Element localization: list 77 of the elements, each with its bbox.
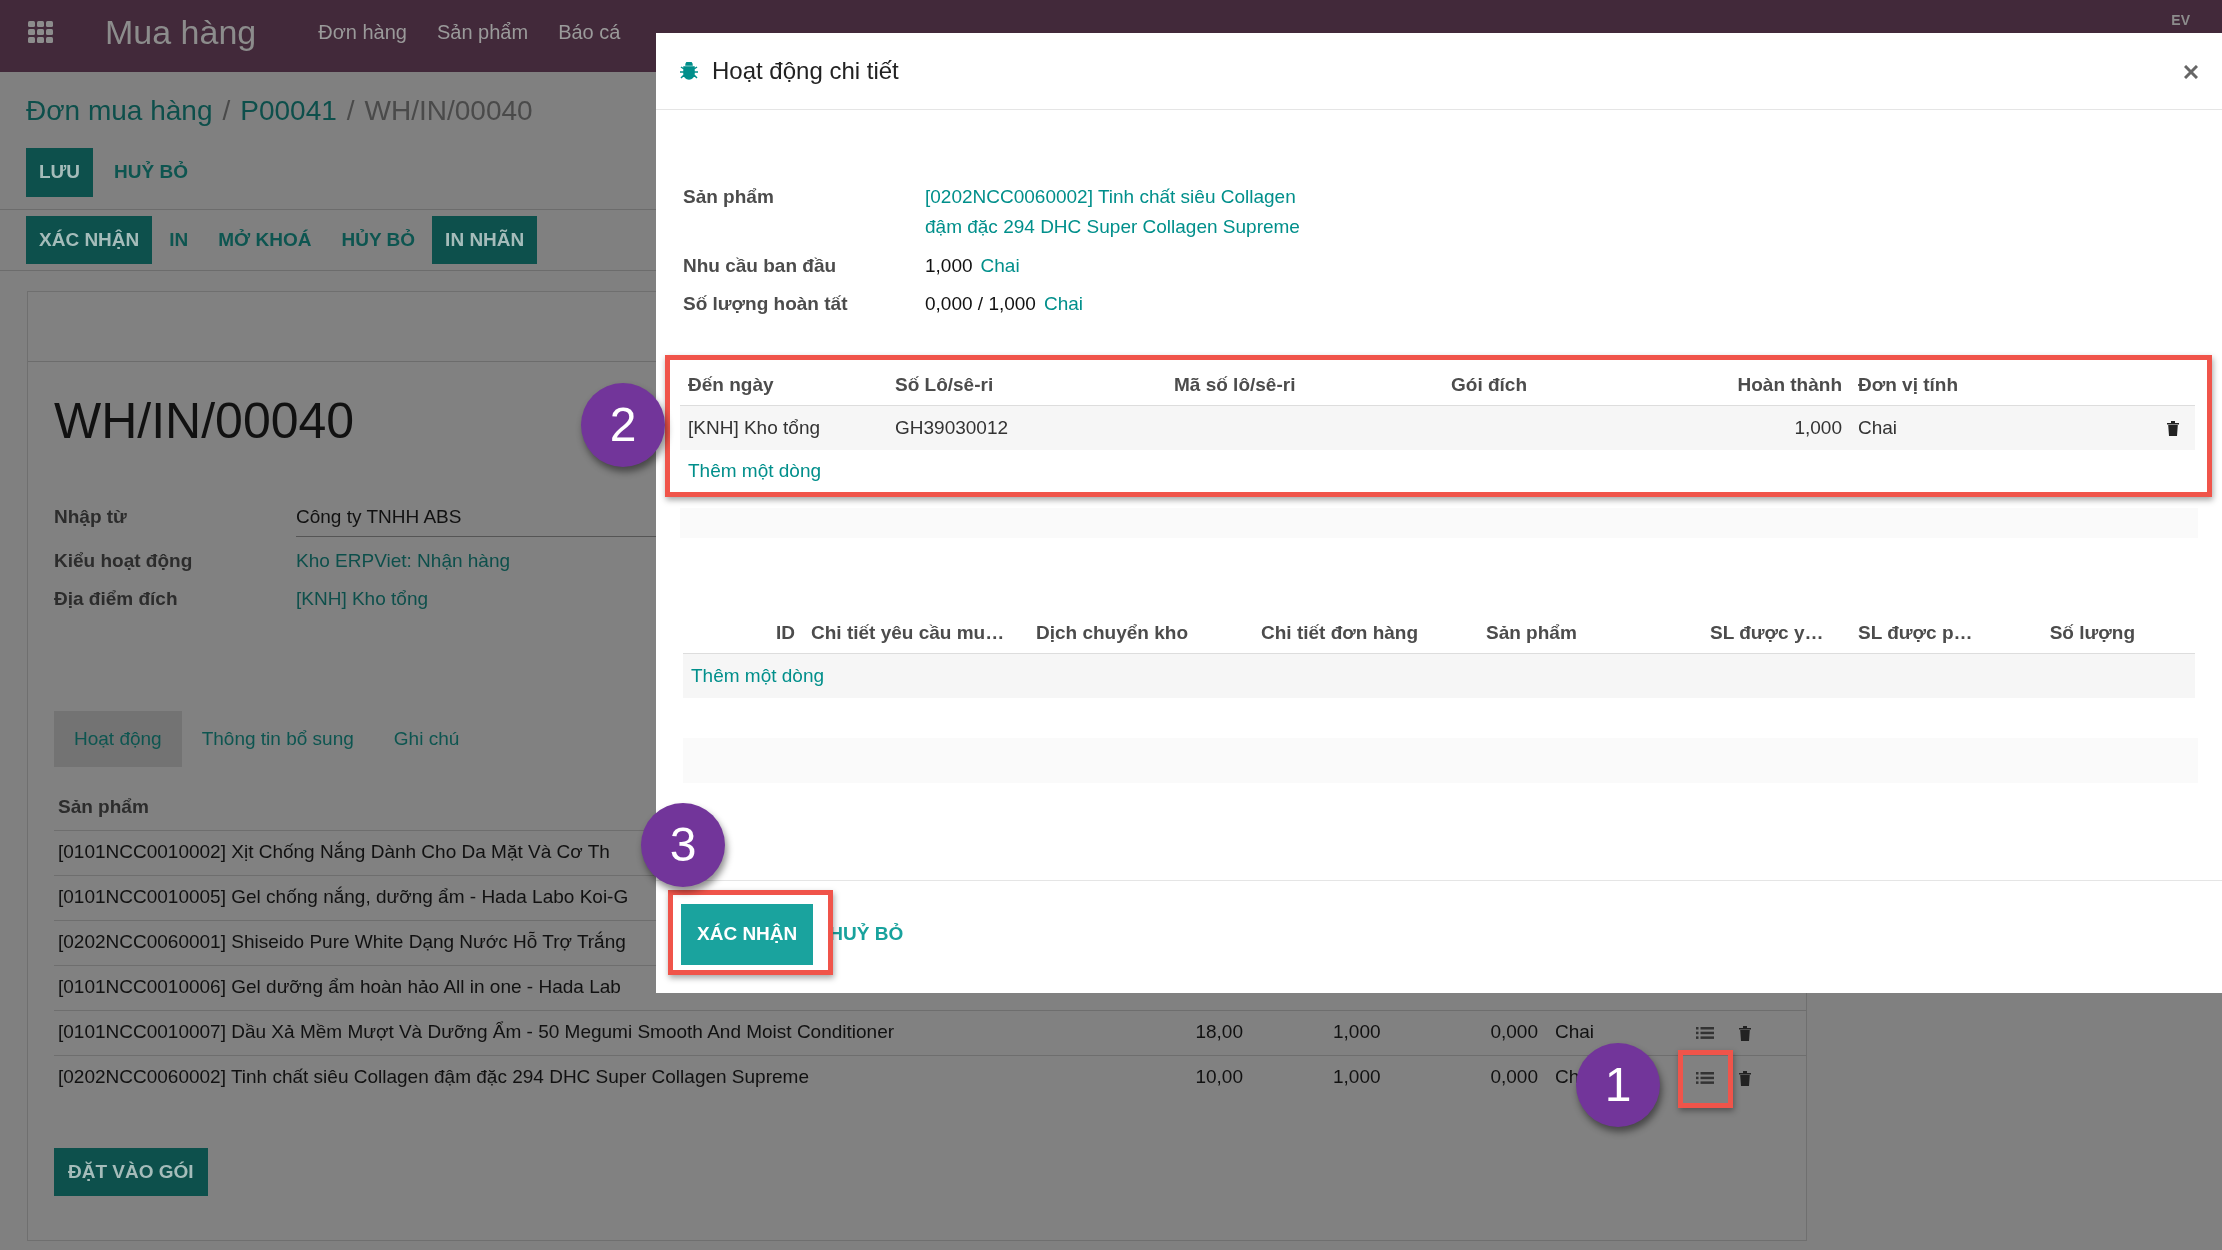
action-button[interactable]: IN [156, 215, 202, 264]
table-cell: GH39030012 [887, 405, 1166, 450]
action-button[interactable]: IN NHÃN [432, 215, 538, 264]
product-cell-text: [0101NCC0010005] Gel chống nắng, dưỡng ẩm - Hada Labo Koi-G [58, 885, 629, 910]
product-cell-text: [0101NCC0010006] Gel dưỡng ẩm hoàn hảo All in one - Hada Lab [58, 975, 621, 1000]
tab[interactable]: Hoạt động [54, 710, 182, 767]
column-header: Số Lô/sê-ri [887, 365, 1166, 406]
column-header: Sản phẩm [1478, 613, 1702, 654]
product-link[interactable]: [0202NCC0060002] Tinh chất siêu Collagen đậm đặc 294 DHC Super Collagen Supreme [925, 182, 1325, 243]
action-button[interactable]: XÁC NHẬN [26, 215, 153, 264]
discard-button[interactable]: HUỶ BỎ [101, 148, 201, 197]
app-title: Mua hàng [105, 11, 257, 53]
column-header: Hoàn thành [1700, 365, 1850, 406]
field-label: Nhu cầu ban đầu [683, 253, 838, 278]
field-label: Địa điểm đích [54, 587, 179, 611]
column-header: Chi tiết yêu cầu mu… [803, 613, 1028, 654]
field-label: Số lượng hoàn tất [683, 292, 849, 317]
breadcrumb-item[interactable]: Đơn mua hàng [26, 90, 213, 132]
column-header: Mã số lô/sê-ri [1166, 365, 1443, 406]
field-value: 1,000 [925, 253, 973, 278]
table-cell: 1,000 [1700, 405, 1850, 450]
menu-item[interactable]: Đơn hàng [318, 17, 407, 47]
record-title: WH/IN/00040 [54, 392, 355, 451]
unit-link[interactable]: Chai [980, 250, 1020, 282]
column-header: Gói đích [1443, 365, 1700, 406]
column-header: Dịch chuyển kho [1028, 613, 1253, 654]
field-label: Sản phẩm [683, 185, 775, 209]
table-cell-text: 0,000 [1490, 1020, 1538, 1045]
product-cell-text: [0202NCC0060001] Shiseido Pure White Dạng Nước Hỗ Trợ Trắng [58, 930, 626, 955]
tab[interactable]: Ghi chú [373, 710, 480, 767]
field-link[interactable]: [KNH] Kho tổng [296, 588, 429, 609]
highlight-frame [1678, 1050, 1733, 1108]
apps-menu-icon[interactable] [28, 21, 53, 43]
menu-item[interactable]: Sản phẩm [436, 17, 529, 47]
list-icon[interactable] [1696, 1026, 1714, 1041]
table-cell: Chai [1850, 405, 2150, 450]
unit-link[interactable]: Chai [1043, 289, 1083, 320]
field-link[interactable]: Kho ERPViet: Nhận hàng [296, 549, 511, 571]
tab[interactable]: Thông tin bổ sung [181, 710, 374, 767]
product-cell-text: [0202NCC0060002] Tinh chất siêu Collagen đậm đặc 294 DHC Super Collagen Supreme [58, 1065, 809, 1090]
field-value: 0,000 / 1,000 [925, 292, 1036, 317]
list-icon[interactable] [1696, 1071, 1714, 1086]
table-cell-text: 1,000 [1333, 1065, 1381, 1090]
column-header: Đơn vị tính [1850, 365, 2150, 406]
put-in-pack-button[interactable]: ĐẶT VÀO GÓI [54, 1147, 208, 1196]
column-header: ID [738, 613, 803, 654]
column-header: SL được p… [1850, 613, 1998, 654]
add-line-link[interactable]: Thêm một dòng [688, 460, 822, 482]
add-line-link[interactable]: Thêm một dòng [691, 664, 825, 686]
column-header: Đến ngày [680, 365, 887, 406]
breadcrumb-item[interactable]: P00041 [240, 90, 337, 132]
action-button[interactable]: HỦY BỎ [328, 215, 429, 264]
unit-cell-text: Chai [1555, 1020, 1595, 1045]
trash-icon[interactable] [2166, 421, 2179, 437]
column-header: Số lượng [1998, 613, 2195, 654]
user-initials[interactable]: EV [2171, 10, 2190, 31]
column-header: Chi tiết đơn hàng [1253, 613, 1478, 654]
table-cell: [KNH] Kho tổng [680, 405, 887, 450]
field-label: Kiểu hoạt động [54, 548, 194, 573]
table-cell-text: 1,000 [1333, 1020, 1381, 1045]
product-cell-text: [0101NCC0010002] Xịt Chống Nắng Dành Cho Da Mặt Và Cơ Th [58, 840, 610, 865]
field-label: Nhập từ [54, 505, 128, 529]
column-header: Sản phẩm [58, 795, 150, 819]
breadcrumb-separator: / [222, 94, 231, 128]
menu-item[interactable]: Báo cá [558, 17, 621, 47]
breadcrumb-separator: / [346, 94, 355, 128]
bug-icon [680, 62, 698, 80]
close-icon[interactable] [2184, 64, 2198, 79]
confirm-button[interactable]: XÁC NHẬN [681, 904, 814, 965]
save-button[interactable]: LƯU [26, 148, 94, 197]
dialog-title: Hoạt động chi tiết [712, 56, 899, 86]
table-cell-text: 10,00 [1195, 1065, 1243, 1090]
table-cell-text: 18,00 [1195, 1020, 1243, 1045]
action-button[interactable]: MỞ KHOÁ [205, 215, 325, 264]
table-cell-text: 0,000 [1490, 1065, 1538, 1090]
product-cell-text: [0101NCC0010007] Dầu Xả Mềm Mượt Và Dưỡng Ẩm - 50 Megumi Smooth And Moist Conditioner [58, 1020, 895, 1045]
column-header: SL được y… [1702, 613, 1850, 654]
